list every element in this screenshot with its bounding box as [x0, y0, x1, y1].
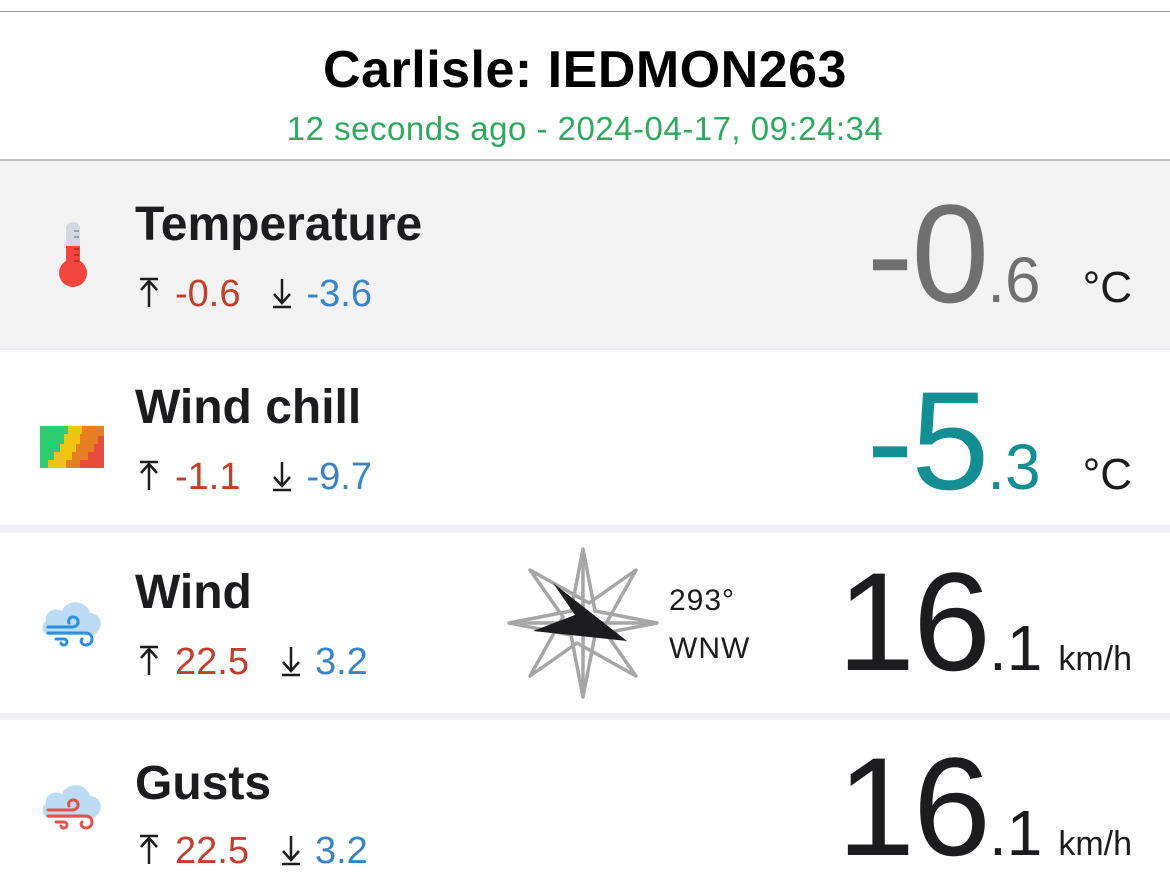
arrow-down-to-line-icon	[273, 279, 292, 309]
row-divider	[0, 525, 1170, 533]
row-label: Wind	[135, 566, 252, 619]
value-decimal: .3	[987, 431, 1041, 503]
value-unit: km/h	[1058, 825, 1132, 863]
value-unit: °C	[1082, 450, 1132, 499]
row-gusts[interactable]: Gusts 22.5 3.2 16.1 km/h	[0, 720, 1170, 889]
station-header: Carlisle: IEDMON263 12 seconds ago - 202…	[0, 12, 1170, 159]
station-title: Carlisle: IEDMON263	[323, 41, 847, 99]
row-divider	[0, 713, 1170, 720]
arrow-down-to-line-icon	[281, 647, 300, 677]
wind-direction-degrees: 293°	[669, 584, 736, 617]
low-value: -9.7	[306, 456, 372, 498]
value-decimal: .1	[988, 797, 1043, 869]
compass-rose-icon	[507, 547, 659, 699]
arrow-up-to-line-icon	[140, 834, 158, 864]
current-value: -0.6 °C	[867, 173, 1132, 335]
low-value: -3.6	[306, 273, 372, 315]
arrow-down-to-line-icon	[273, 462, 292, 492]
wind-direction-cardinal: WNW	[669, 632, 751, 665]
value-decimal: .1	[988, 612, 1043, 684]
min-max: 22.5 3.2	[135, 830, 368, 873]
last-updated: 12 seconds ago - 2024-04-17, 09:24:34	[286, 110, 884, 147]
row-temperature[interactable]: Temperature -0.6 -3.6 -0.6 °C	[0, 161, 1170, 346]
row-label: Wind chill	[135, 381, 362, 434]
value-integer: 16	[837, 543, 991, 700]
value-decimal: .6	[987, 244, 1041, 316]
wind-chill-icon	[40, 426, 104, 468]
high-value: 22.5	[175, 830, 249, 872]
gust-cloud-icon	[42, 785, 101, 830]
row-wind-chill[interactable]: Wind chill -1.1 -9.7 -5.3 °C	[0, 350, 1170, 525]
min-max: -1.1 -9.7	[135, 456, 372, 499]
low-value: 3.2	[314, 830, 368, 872]
value-integer: 16	[837, 728, 991, 885]
min-max: 22.5 3.2	[135, 641, 368, 684]
arrow-down-to-line-icon	[281, 836, 300, 866]
current-value: 16.1 km/h	[837, 541, 1132, 703]
arrow-up-to-line-icon	[140, 460, 158, 490]
row-label: Temperature	[135, 198, 423, 251]
value-integer: -0	[866, 175, 989, 332]
low-value: 3.2	[314, 641, 368, 683]
arrow-up-to-line-icon	[140, 645, 158, 675]
arrow-up-to-line-icon	[140, 277, 158, 307]
row-label: Gusts	[135, 757, 272, 810]
high-value: -1.1	[175, 456, 241, 498]
current-value: -5.3 °C	[867, 360, 1132, 522]
high-value: -0.6	[175, 273, 241, 315]
value-integer: -5	[866, 362, 989, 519]
current-value: 16.1 km/h	[837, 726, 1132, 888]
high-value: 22.5	[175, 641, 249, 683]
wind-cloud-icon	[42, 602, 101, 647]
value-unit: km/h	[1058, 640, 1132, 678]
thermometer-icon	[59, 222, 87, 287]
min-max: -0.6 -3.6	[135, 273, 372, 316]
value-unit: °C	[1082, 263, 1132, 312]
